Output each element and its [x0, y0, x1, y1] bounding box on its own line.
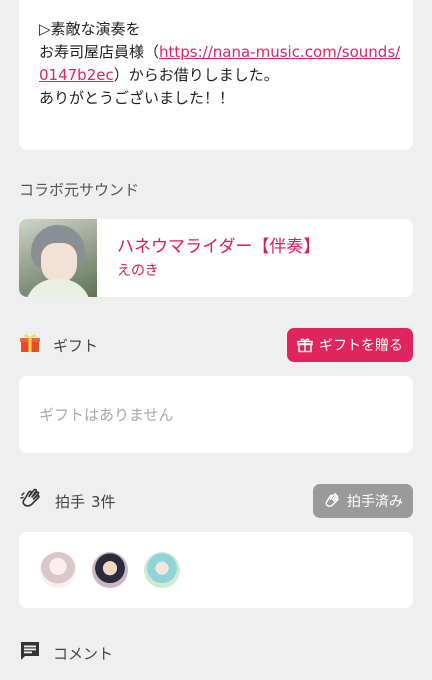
collab-sound-card[interactable]: ハネウマライダー【伴奏】 えのき: [19, 219, 413, 297]
applause-section-title: 拍手 3件: [55, 491, 116, 512]
gift-section-title: ギフト: [53, 336, 99, 355]
applauded-label: 拍手済み: [347, 494, 403, 510]
gift-list-card: ギフトはありません: [19, 376, 413, 453]
collab-artist-name[interactable]: えのき: [117, 260, 320, 280]
gift-empty-text: ギフトはありません: [39, 406, 174, 424]
clap-icon: [19, 487, 43, 515]
collab-thumbnail: [19, 219, 97, 297]
avatar[interactable]: [92, 552, 128, 588]
description-text: お寿司屋店員様（: [39, 43, 160, 61]
description-line-3: 0147b2ec）からお借りしました。: [39, 64, 393, 87]
gift-outline-icon: [297, 338, 313, 353]
collab-info: ハネウマライダー【伴奏】 えのき: [97, 219, 320, 297]
applause-count: 3件: [91, 492, 116, 511]
description-line-1: ▷素敵な演奏を: [39, 20, 141, 38]
comment-header: コメント: [19, 636, 413, 670]
description-link-cont[interactable]: 0147b2ec: [39, 66, 114, 84]
comment-section-title: コメント: [53, 644, 114, 663]
description-text-cont: ）からお借りしました。: [113, 66, 279, 84]
clap-outline-icon: [325, 493, 339, 507]
gift-header: ギフト ギフトを贈る: [19, 328, 413, 362]
avatar[interactable]: [144, 552, 180, 588]
description-line-2: お寿司屋店員様（https://nana-music.com/sounds/: [39, 41, 400, 64]
send-gift-label: ギフトを贈る: [319, 338, 403, 354]
avatar[interactable]: [40, 552, 76, 588]
description-link[interactable]: https://nana-music.com/sounds/: [159, 43, 400, 61]
send-gift-button[interactable]: ギフトを贈る: [287, 328, 413, 362]
collab-song-title: ハネウマライダー【伴奏】: [117, 237, 321, 257]
collab-section-title: コラボ元サウンド: [19, 181, 140, 199]
applause-title: 拍手: [55, 492, 86, 511]
comment-icon: [19, 640, 41, 666]
applause-header: 拍手 3件 拍手済み: [19, 484, 413, 518]
applauded-button[interactable]: 拍手済み: [313, 484, 413, 518]
description-line-4: ありがとうございました！！: [39, 89, 235, 107]
applause-users-card: [19, 532, 413, 608]
description-card: ▷素敵な演奏を お寿司屋店員様（https://nana-music.com/s…: [19, 0, 413, 150]
gift-icon: [19, 332, 41, 358]
